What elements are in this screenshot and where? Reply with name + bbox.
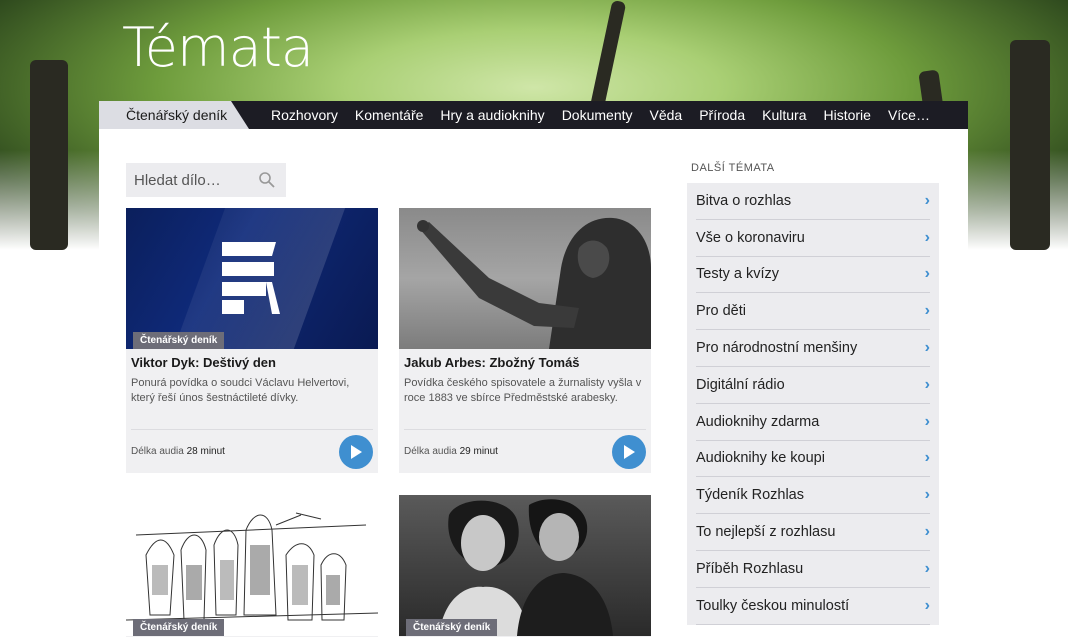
chevron-right-icon: › <box>924 523 930 541</box>
sidebar-item[interactable]: Bitva o rozhlas › <box>696 183 930 220</box>
article-description: Ponurá povídka o soudci Václavu Helverto… <box>131 377 350 404</box>
nav-item-veda[interactable]: Věda <box>650 107 683 123</box>
sidebar-list: Bitva o rozhlas › Vše o koronaviru › Testy… <box>687 183 939 625</box>
sidebar-item-label: Příběh Rozhlasu <box>696 560 804 577</box>
article-title[interactable]: Viktor Dyk: Deštivý den <box>126 349 378 370</box>
sidebar-item[interactable]: Audioknihy ke koupi › <box>696 441 930 478</box>
play-button[interactable] <box>339 434 373 469</box>
sidebar-item-label: To nejlepší z rozhlasu <box>696 524 836 541</box>
sidebar-item-label: Audioknihy ke koupi <box>696 450 825 467</box>
sidebar-title: DALŠÍ TÉMATA <box>691 162 775 174</box>
sidebar-item-label: Audioknihy zdarma <box>696 413 820 430</box>
play-icon <box>624 444 635 459</box>
chevron-right-icon: › <box>924 265 930 283</box>
chevron-right-icon: › <box>924 596 930 614</box>
sidebar-item-label: Vše o koronaviru <box>696 229 805 246</box>
tree-trunk <box>30 60 68 250</box>
article-image[interactable] <box>399 208 651 349</box>
category-badge[interactable]: Čtenářský deník <box>406 619 498 636</box>
audio-length-label: Délka audia <box>131 446 184 457</box>
audio-length-value: 28 minut <box>186 446 225 457</box>
audio-length-value: 29 minut <box>459 446 498 457</box>
sidebar-item[interactable]: Audioknihy zdarma › <box>696 404 930 441</box>
nav-item-komentare[interactable]: Komentáře <box>355 107 423 123</box>
audio-length: Délka audia 28 minut <box>131 446 225 457</box>
search-icon[interactable] <box>258 171 276 189</box>
category-badge[interactable]: Čtenářský deník <box>133 332 225 349</box>
sidebar-item-label: Týdeník Rozhlas <box>696 487 804 504</box>
sidebar-item-label: Pro děti <box>696 303 746 320</box>
article-card[interactable]: Čtenářský deník <box>399 495 651 637</box>
sidebar-item-label: Toulky českou minulostí <box>696 597 850 614</box>
chevron-right-icon: › <box>924 191 930 209</box>
sidebar-item[interactable]: Vše o koronaviru › <box>696 220 930 257</box>
play-icon <box>351 444 362 459</box>
topic-nav: Čtenářský deník Rozhovory Komentáře Hry … <box>99 101 968 129</box>
page-title: Témata <box>122 16 314 79</box>
engraving-crowd-icon <box>126 512 378 621</box>
card-footer: Délka audia 29 minut <box>404 429 646 473</box>
search-input[interactable] <box>126 171 251 189</box>
sidebar-item-label: Bitva o rozhlas <box>696 192 792 209</box>
sidebar-item[interactable]: Testy a kvízy › <box>696 257 930 294</box>
chevron-right-icon: › <box>924 486 930 504</box>
audio-length: Délka audia 29 minut <box>404 446 498 457</box>
chevron-right-icon: › <box>924 302 930 320</box>
sidebar-item[interactable]: To nejlepší z rozhlasu › <box>696 514 930 551</box>
play-button[interactable] <box>612 434 646 469</box>
nav-item-historie[interactable]: Historie <box>823 107 870 123</box>
article-image[interactable]: Čtenářský deník <box>399 495 651 636</box>
nav-item-kultura[interactable]: Kultura <box>762 107 806 123</box>
chevron-right-icon: › <box>924 559 930 577</box>
article-description: Povídka českého spisovatele a žurnalisty… <box>404 377 642 404</box>
nav-item-dokumenty[interactable]: Dokumenty <box>562 107 633 123</box>
chevron-right-icon: › <box>924 375 930 393</box>
tree-trunk <box>1010 40 1050 250</box>
rozhlas-logo-icon <box>222 242 280 314</box>
search-box <box>126 163 286 197</box>
card-footer: Délka audia 28 minut <box>131 429 373 473</box>
tab-ctenarsky-denik[interactable]: Čtenářský deník <box>99 101 249 129</box>
film-still-icon <box>439 499 613 636</box>
nav-item-vice[interactable]: Více… <box>888 107 930 123</box>
article-card[interactable]: Čtenářský deník Viktor Dyk: Deštivý den … <box>126 208 378 473</box>
sidebar-item[interactable]: Pro děti › <box>696 293 930 331</box>
sidebar-item-label: Testy a kvízy <box>696 266 779 283</box>
article-card[interactable]: Jakub Arbes: Zbožný Tomáš Povídka českéh… <box>399 208 651 473</box>
sidebar-item[interactable]: Digitální rádio › <box>696 367 930 404</box>
article-title[interactable]: Jakub Arbes: Zbožný Tomáš <box>399 349 651 370</box>
chevron-right-icon: › <box>924 228 930 246</box>
category-badge[interactable]: Čtenářský deník <box>133 619 225 636</box>
sidebar-item-label: Digitální rádio <box>696 376 785 393</box>
nav-item-hry-a-audioknihy[interactable]: Hry a audioknihy <box>440 107 544 123</box>
sidebar-item[interactable]: Pro národnostní menšiny › <box>696 330 930 367</box>
nav-item-rozhovory[interactable]: Rozhovory <box>271 107 338 123</box>
sidebar-item-label: Pro národnostní menšiny <box>696 340 858 357</box>
article-card[interactable]: Čtenářský deník <box>126 495 378 637</box>
audio-length-label: Délka audia <box>404 446 457 457</box>
chevron-right-icon: › <box>924 339 930 357</box>
chevron-right-icon: › <box>924 449 930 467</box>
statue-photo-icon <box>417 217 651 349</box>
chevron-right-icon: › <box>924 412 930 430</box>
article-image[interactable]: Čtenářský deník <box>126 208 378 349</box>
sidebar-item[interactable]: Týdeník Rozhlas › <box>696 477 930 515</box>
sidebar-item[interactable]: Příběh Rozhlasu › <box>696 551 930 588</box>
sidebar-item[interactable]: Toulky českou minulostí › <box>696 588 930 625</box>
nav-item-priroda[interactable]: Příroda <box>699 107 745 123</box>
article-image[interactable]: Čtenářský deník <box>126 495 378 636</box>
